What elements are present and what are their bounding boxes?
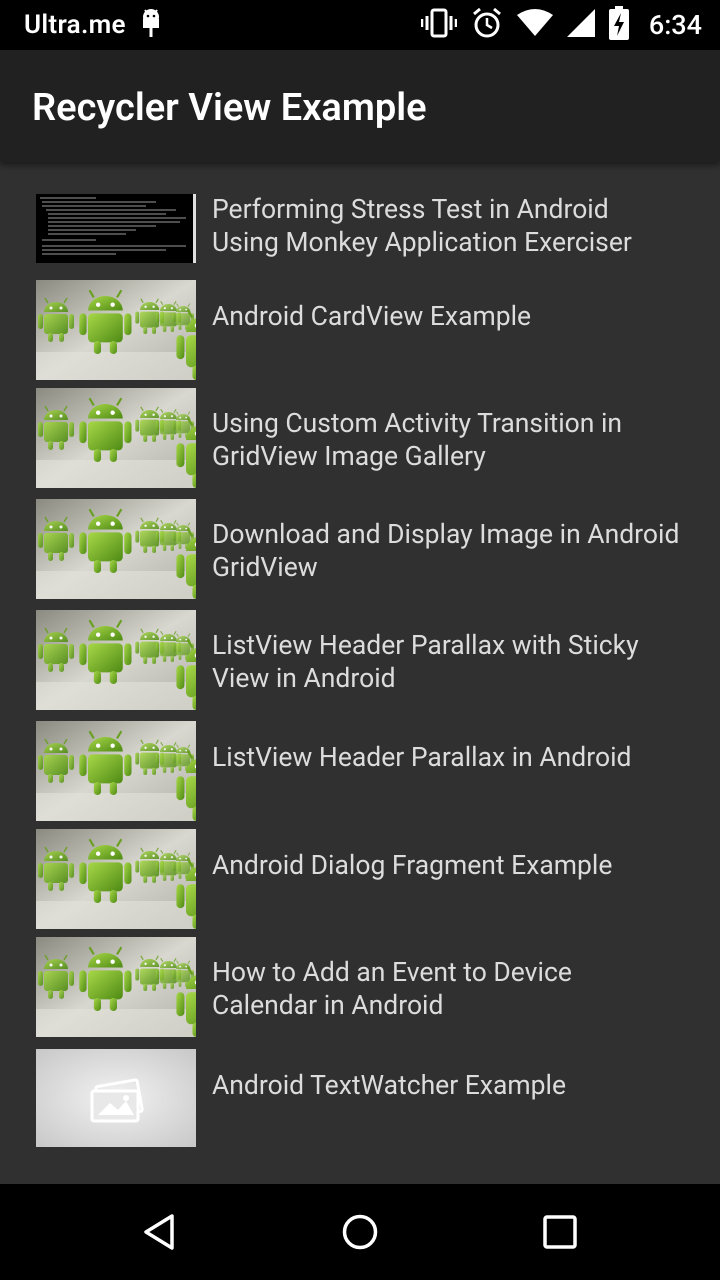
thumbnail-image bbox=[36, 499, 196, 599]
list-item-title: ListView Header Parallax in Android bbox=[212, 741, 632, 773]
recents-icon[interactable] bbox=[530, 1204, 590, 1260]
wifi-icon bbox=[516, 9, 553, 41]
thumbnail-image bbox=[36, 829, 196, 929]
list-item-title: Android TextWatcher Example bbox=[212, 1069, 567, 1101]
thumbnail-image bbox=[36, 388, 196, 488]
list-item[interactable]: How to Add an Event to Device Calendar i… bbox=[0, 931, 720, 1037]
clock: 6:34 bbox=[648, 9, 702, 41]
list-item[interactable]: ListView Header Parallax with Sticky Vie… bbox=[0, 604, 720, 710]
image-placeholder-icon bbox=[36, 1049, 196, 1147]
list-item[interactable]: Android Dialog Fragment Example bbox=[0, 823, 720, 929]
page-title: Recycler View Example bbox=[32, 86, 427, 130]
list-item[interactable]: Android CardView Example bbox=[0, 274, 720, 380]
navigation-bar bbox=[0, 1184, 720, 1280]
thumbnail-image bbox=[36, 937, 196, 1037]
list-item[interactable]: Android TextWatcher Example bbox=[0, 1043, 720, 1149]
list-item-title: Android Dialog Fragment Example bbox=[212, 849, 613, 881]
home-icon[interactable] bbox=[330, 1204, 390, 1260]
list-item-title: Using Custom Activity Transition in Grid… bbox=[212, 408, 623, 472]
list-item[interactable]: Download and Display Image in Android Gr… bbox=[0, 493, 720, 599]
back-icon[interactable] bbox=[130, 1204, 190, 1260]
vibrate-icon bbox=[420, 8, 458, 42]
thumbnail-image bbox=[36, 194, 196, 263]
status-bar: Ultra.me 6:34 bbox=[0, 0, 720, 50]
signal-icon bbox=[566, 9, 595, 41]
thumbnail-image bbox=[36, 610, 196, 710]
list-item[interactable]: ListView Header Parallax in Android bbox=[0, 715, 720, 821]
list-item[interactable]: Performing Stress Test in Android Using … bbox=[0, 182, 720, 268]
android-debug-icon bbox=[140, 8, 162, 42]
app-bar: Recycler View Example bbox=[0, 50, 720, 162]
battery-charging-icon bbox=[608, 6, 629, 44]
list-item-title: Download and Display Image in Android Gr… bbox=[212, 519, 680, 583]
list-item-title: Performing Stress Test in Android Using … bbox=[212, 194, 632, 258]
list-item-title: ListView Header Parallax with Sticky Vie… bbox=[212, 630, 639, 694]
list-item-title: Android CardView Example bbox=[212, 300, 532, 332]
list-item[interactable]: Using Custom Activity Transition in Grid… bbox=[0, 382, 720, 488]
thumbnail-image bbox=[36, 721, 196, 821]
carrier-label: Ultra.me bbox=[24, 10, 126, 40]
thumbnail-image bbox=[36, 280, 196, 380]
alarm-icon bbox=[471, 7, 503, 43]
list-item-title: How to Add an Event to Device Calendar i… bbox=[212, 957, 572, 1021]
